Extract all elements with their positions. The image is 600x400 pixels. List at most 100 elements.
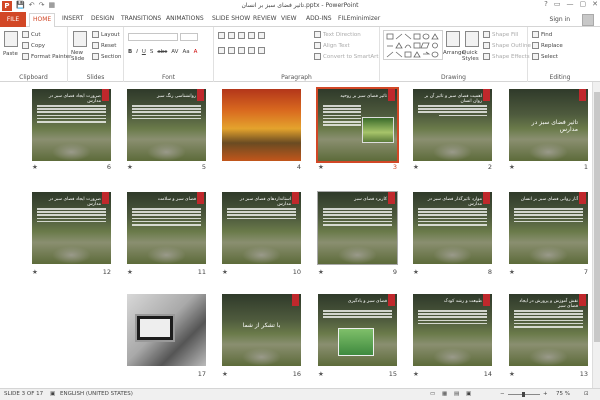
paste-icon[interactable] xyxy=(4,31,18,47)
reset-button[interactable]: Reset xyxy=(92,42,116,49)
font-name-field[interactable] xyxy=(128,33,178,41)
line-spacing-icon[interactable] xyxy=(258,32,265,39)
font-size-field[interactable] xyxy=(180,33,198,41)
underline-button[interactable]: U xyxy=(142,49,146,55)
decrease-indent-icon[interactable] xyxy=(238,32,245,39)
avatar[interactable] xyxy=(582,14,594,26)
maximize-icon[interactable]: ▢ xyxy=(580,0,587,8)
zoom-level[interactable]: 75 % xyxy=(556,391,570,397)
convert-smartart-label: Convert to SmartArt xyxy=(323,53,379,60)
slide-thumbnail-3[interactable]: تاثیر فضای سبز بر روحیه xyxy=(316,87,399,163)
vertical-scrollbar[interactable] xyxy=(592,82,600,388)
slide-accent xyxy=(197,192,204,204)
spellcheck-icon[interactable]: ▣ xyxy=(50,391,55,397)
help-icon[interactable]: ? xyxy=(544,0,548,8)
slide-thumbnail-9[interactable]: کاربرد فضای سبز xyxy=(317,191,398,265)
strikethrough-button[interactable]: abc xyxy=(157,49,167,55)
new-slide-icon[interactable] xyxy=(73,31,87,47)
close-icon[interactable]: ✕ xyxy=(592,0,598,8)
convert-smartart-button[interactable]: Convert to SmartArt xyxy=(314,53,379,60)
text-direction-button[interactable]: Text Direction xyxy=(314,31,361,38)
tab-insert[interactable]: INSERT xyxy=(62,15,83,22)
align-center-icon[interactable] xyxy=(228,47,235,54)
cut-button[interactable]: Cut xyxy=(22,31,40,38)
italic-button[interactable]: I xyxy=(136,49,138,55)
slide-number: 14 xyxy=(483,370,492,378)
tab-fileminimizer[interactable]: FILEminimizer xyxy=(338,15,380,22)
section-button[interactable]: Section xyxy=(92,53,121,60)
scrollbar-thumb[interactable] xyxy=(594,92,600,342)
slide-thumbnail-7[interactable]: آثار روانی فضای سبز بر انسان xyxy=(509,192,588,264)
align-right-icon[interactable] xyxy=(238,47,245,54)
shadow-button[interactable]: S xyxy=(150,49,154,55)
tab-file[interactable]: FILE xyxy=(0,12,26,27)
zoom-in-button[interactable]: + xyxy=(543,391,548,397)
slide-thumbnail-2[interactable]: اهمیت فضای سبز و تاثیر آن بر روان انسان xyxy=(413,89,492,161)
replace-button[interactable]: Replace xyxy=(532,42,563,49)
quick-styles-button[interactable]: Quick Styles xyxy=(462,50,482,62)
shapes-gallery[interactable] xyxy=(383,30,443,60)
character-spacing-button[interactable]: AV xyxy=(171,49,178,55)
tab-review[interactable]: REVIEW xyxy=(253,15,277,22)
tab-slide-show[interactable]: SLIDE SHOW xyxy=(212,15,250,22)
tab-animations[interactable]: ANIMATIONS xyxy=(166,15,204,22)
slide-thumbnail-12[interactable]: ضرورت ایجاد فضای سبز در مدارس xyxy=(32,192,111,264)
zoom-out-button[interactable]: − xyxy=(500,391,505,397)
slide-title: تاثیر فضای سبز در مدارس xyxy=(531,119,578,134)
transition-star-icon: ★ xyxy=(413,370,419,378)
minimize-icon[interactable]: — xyxy=(567,0,574,8)
ribbon-display-options-icon[interactable]: ▭ xyxy=(554,0,561,8)
select-button[interactable]: Select xyxy=(532,53,558,60)
find-button[interactable]: Find xyxy=(532,31,552,38)
format-painter-button[interactable]: Format Painter xyxy=(22,53,71,60)
slide-body-text xyxy=(418,310,487,348)
tab-view[interactable]: VIEW xyxy=(281,15,297,22)
bullets-icon[interactable] xyxy=(218,32,225,39)
justify-icon[interactable] xyxy=(248,47,255,54)
align-left-icon[interactable] xyxy=(218,47,225,54)
shape-fill-button[interactable]: Shape Fill xyxy=(483,31,518,38)
align-text-button[interactable]: Align Text xyxy=(314,42,350,49)
copy-button[interactable]: Copy xyxy=(22,42,45,49)
slide-thumbnail-14[interactable]: طبیعت و رشد کودک xyxy=(413,294,492,366)
increase-indent-icon[interactable] xyxy=(248,32,255,39)
numbering-icon[interactable] xyxy=(228,32,235,39)
slide-number: 6 xyxy=(106,163,111,171)
font-color-button[interactable]: A xyxy=(194,49,198,55)
slide-sorter-view-icon[interactable]: ▦ xyxy=(442,391,447,397)
shape-outline-button[interactable]: Shape Outline xyxy=(483,42,531,49)
slide-thumbnail-15[interactable]: فضای سبز و یادگیری xyxy=(318,294,397,366)
reading-view-icon[interactable]: ▤ xyxy=(454,391,459,397)
layout-button[interactable]: Layout xyxy=(92,31,120,38)
slide-thumbnail-11[interactable]: فضای سبز و سلامت xyxy=(127,192,206,264)
slide-thumbnail-6[interactable]: ضرورت ایجاد فضای سبز در مدارس xyxy=(32,89,111,161)
slide-thumbnail-1[interactable]: تاثیر فضای سبز در مدارس xyxy=(509,89,588,161)
slide-show-view-icon[interactable]: ▣ xyxy=(466,391,471,397)
fit-to-window-icon[interactable]: ⊡ xyxy=(584,391,589,397)
section-label: Section xyxy=(101,53,122,60)
font-format-buttons: B I U S abc AV Aa A xyxy=(128,49,197,55)
language-status[interactable]: ENGLISH (UNITED STATES) xyxy=(60,391,133,397)
slide-thumbnail-10[interactable]: استانداردهای فضای سبز در مدارس xyxy=(222,192,301,264)
quick-styles-icon[interactable] xyxy=(465,31,479,47)
tab-transitions[interactable]: TRANSITIONS xyxy=(121,15,161,22)
slide-thumbnail-16[interactable]: با تشکر از شما xyxy=(222,294,301,366)
columns-icon[interactable] xyxy=(258,47,265,54)
zoom-slider[interactable] xyxy=(508,392,540,397)
shape-effects-button[interactable]: Shape Effects xyxy=(483,53,530,60)
slide-thumbnail-17[interactable] xyxy=(127,294,206,366)
tab-add-ins[interactable]: ADD-INS xyxy=(306,15,332,22)
slide-thumbnail-13[interactable]: نقش آموزش و پرورش در ایجاد فضای سبز xyxy=(509,294,588,366)
slide-thumbnail-5[interactable]: روانشناسی رنگ سبز xyxy=(127,89,206,161)
slide-thumbnail-4[interactable] xyxy=(222,89,301,161)
arrange-icon[interactable] xyxy=(446,31,460,47)
bold-button[interactable]: B xyxy=(128,49,132,55)
slide-thumbnail-8[interactable]: موارد تاثیرگذار فضای سبز در مدارس xyxy=(413,192,492,264)
paste-button[interactable]: Paste xyxy=(3,51,18,57)
sign-in-link[interactable]: Sign in xyxy=(550,16,570,23)
normal-view-icon[interactable]: ▭ xyxy=(430,391,435,397)
change-case-button[interactable]: Aa xyxy=(182,49,189,55)
tab-home[interactable]: HOME xyxy=(29,13,56,28)
tab-design[interactable]: DESIGN xyxy=(91,15,114,22)
new-slide-button[interactable]: New Slide xyxy=(71,50,91,62)
